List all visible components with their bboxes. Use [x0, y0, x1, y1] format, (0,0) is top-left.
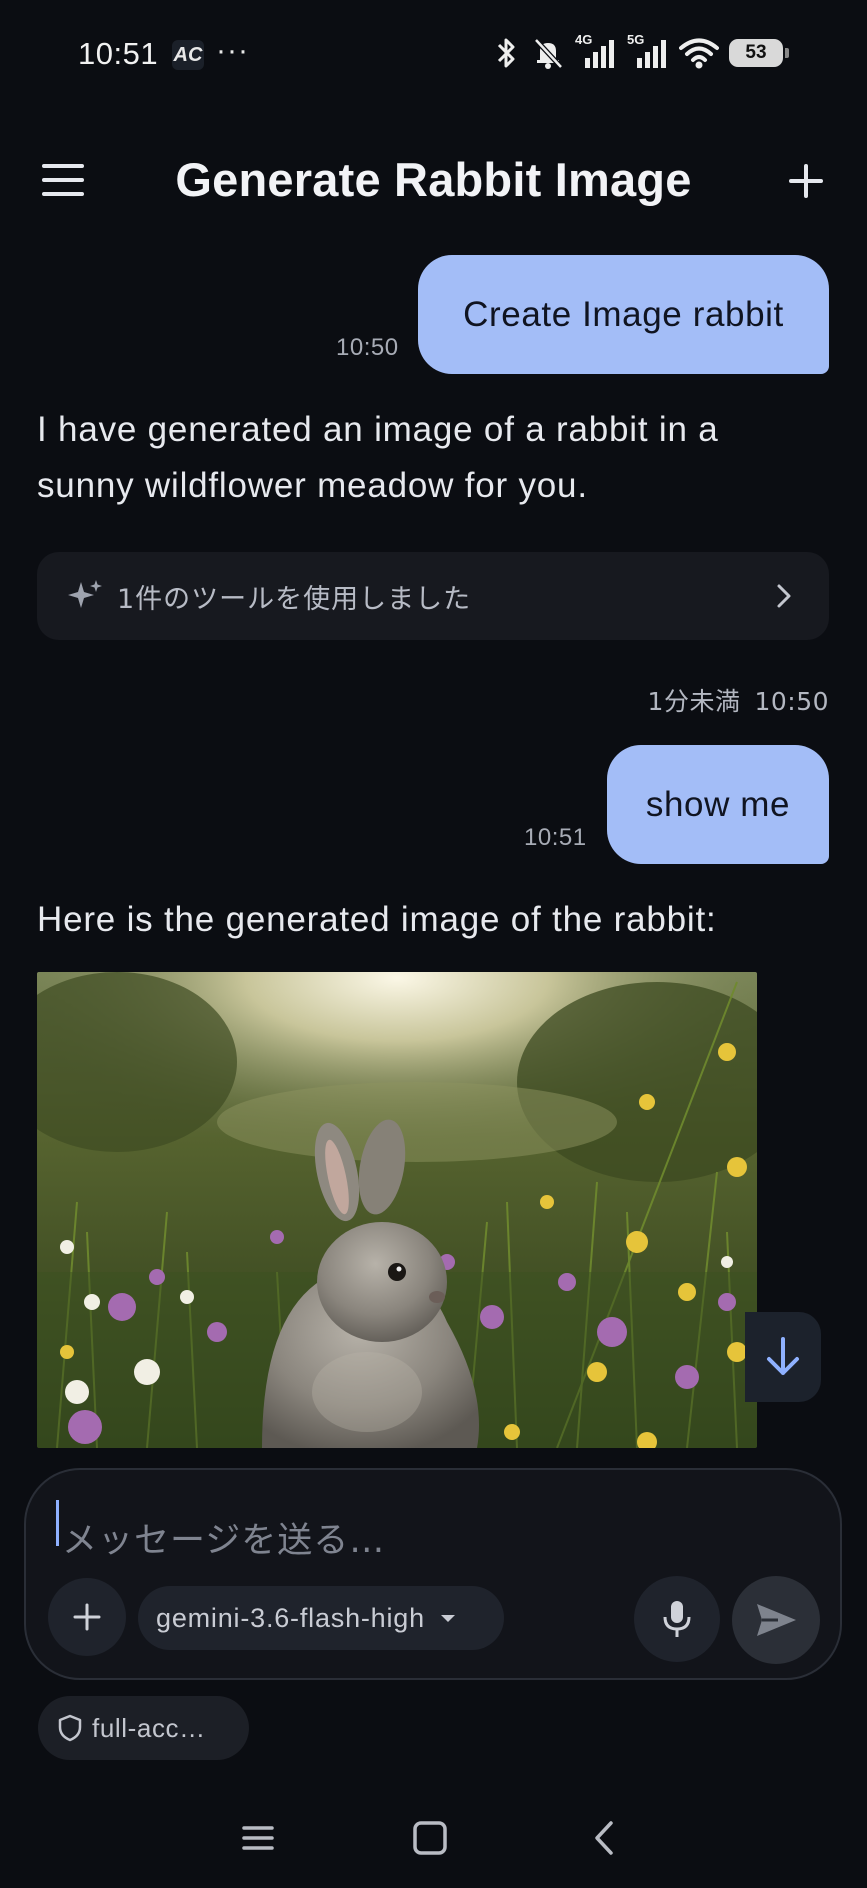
- message-input[interactable]: メッセージを送る…: [56, 1506, 756, 1562]
- app-notification-icon: AC: [172, 40, 204, 70]
- sparkle-icon: [68, 580, 102, 608]
- access-mode-label: full-acc…: [92, 1712, 206, 1743]
- back-chevron-icon: [595, 1821, 613, 1855]
- status-icons: 4G 5G 53: [491, 32, 789, 70]
- model-selector[interactable]: gemini-3.6-flash-high: [138, 1586, 504, 1650]
- send-icon: [757, 1604, 796, 1636]
- message-time: 10:50: [754, 687, 829, 716]
- wifi-icon: [679, 38, 719, 69]
- bell-muted-icon: [534, 38, 563, 69]
- response-duration: 1分未満: [647, 687, 741, 716]
- model-name: gemini-3.6-flash-high: [156, 1602, 425, 1633]
- response-meta: 1分未満 10:50: [648, 682, 829, 718]
- tool-usage-label: 1件のツールを使用しました: [117, 583, 472, 615]
- dropdown-arrow-icon: [440, 1614, 455, 1622]
- bluetooth-icon: [497, 38, 515, 68]
- tool-usage-card[interactable]: 1件のツールを使用しました: [37, 552, 829, 640]
- microphone-icon: [663, 1601, 691, 1637]
- plus-icon: [73, 1603, 101, 1631]
- signal-4g-icon: 4G: [575, 32, 617, 70]
- access-mode-chip[interactable]: full-acc…: [38, 1696, 249, 1760]
- chevron-right-icon: [777, 584, 791, 608]
- arrow-down-icon: [767, 1337, 799, 1375]
- assistant-message: Here is the generated image of the rabbi…: [37, 900, 717, 939]
- shield-icon: [58, 1714, 82, 1742]
- chat-screen: 10:51 AC ··· 4G 5G 53 Generate Rabbit Im…: [0, 0, 867, 1888]
- more-notifications-icon: ···: [216, 34, 249, 67]
- battery-level: 53: [745, 42, 767, 63]
- home-button[interactable]: [400, 1808, 460, 1868]
- status-bar: 10:51 AC ··· 4G 5G 53: [0, 0, 867, 110]
- generated-rabbit-image[interactable]: [37, 972, 757, 1448]
- app-header: Generate Rabbit Image: [0, 140, 867, 220]
- microphone-button[interactable]: [634, 1576, 720, 1662]
- message-composer: メッセージを送る… gemini-3.6-flash-high: [24, 1468, 842, 1680]
- send-button[interactable]: [732, 1576, 820, 1664]
- home-square-icon: [413, 1821, 447, 1855]
- battery-icon: 53: [729, 39, 789, 67]
- recent-apps-button[interactable]: [228, 1808, 288, 1868]
- status-time: 10:51: [78, 36, 159, 71]
- user-message-bubble[interactable]: Create Image rabbit: [418, 255, 829, 374]
- back-button[interactable]: [574, 1808, 634, 1868]
- user-message-bubble[interactable]: show me: [607, 745, 829, 864]
- message-time: 10:51: [524, 824, 587, 851]
- assistant-message: I have generated an image of a rabbit in…: [37, 410, 719, 505]
- scroll-down-button[interactable]: [745, 1312, 821, 1402]
- page-title: Generate Rabbit Image: [175, 153, 692, 206]
- message-time: 10:50: [336, 334, 399, 361]
- system-nav-bar: [0, 1800, 867, 1888]
- new-chat-button[interactable]: [779, 154, 833, 208]
- message-input-placeholder: メッセージを送る…: [62, 1521, 386, 1561]
- signal-5g-icon: 5G: [627, 32, 669, 70]
- add-attachment-button[interactable]: [48, 1578, 126, 1656]
- recent-apps-icon: [242, 1826, 274, 1850]
